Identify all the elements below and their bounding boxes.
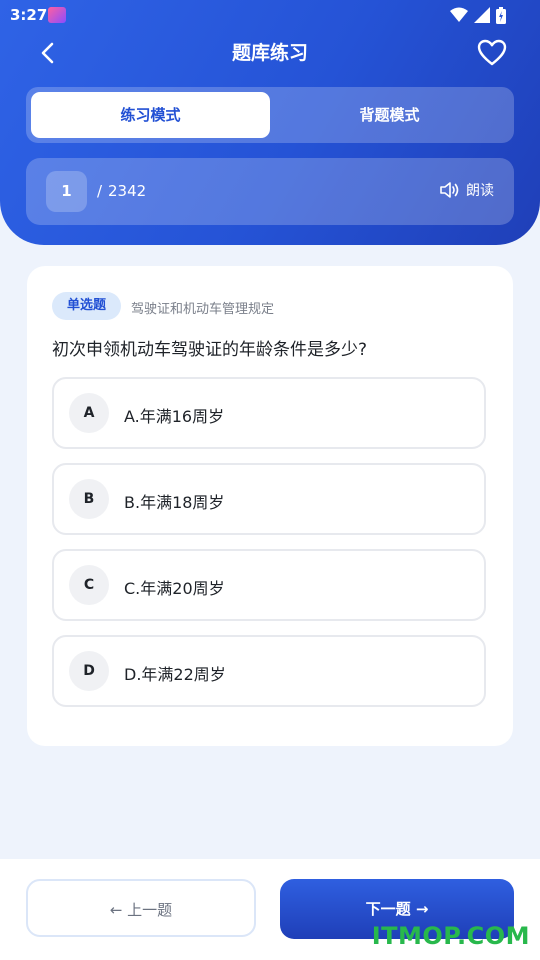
current-question-number[interactable]: 1 bbox=[46, 171, 87, 212]
read-aloud-label: 朗读 bbox=[466, 183, 494, 199]
question-type-badge: 单选题 bbox=[52, 292, 121, 320]
question-card: 单选题 驾驶证和机动车管理规定 初次申领机动车驾驶证的年龄条件是多少? A A.… bbox=[27, 266, 513, 746]
option-d[interactable]: D D.年满22周岁 bbox=[52, 635, 486, 707]
option-text: C.年满20周岁 bbox=[124, 579, 225, 598]
battery-icon bbox=[496, 6, 506, 24]
status-icons bbox=[450, 6, 506, 24]
notification-app-icon bbox=[48, 7, 66, 23]
option-b[interactable]: B B.年满18周岁 bbox=[52, 463, 486, 535]
progress-panel: 1 / 2342 朗读 bbox=[26, 158, 514, 225]
tab-practice-mode[interactable]: 练习模式 bbox=[31, 92, 270, 138]
option-text: D.年满22周岁 bbox=[124, 665, 226, 684]
option-text: B.年满18周岁 bbox=[124, 493, 225, 512]
option-letter: A bbox=[69, 393, 109, 433]
wifi-icon bbox=[450, 7, 468, 22]
read-aloud-button[interactable]: 朗读 bbox=[440, 180, 494, 200]
mode-tabs: 练习模式 背题模式 bbox=[26, 87, 514, 143]
question-text: 初次申领机动车驾驶证的年龄条件是多少? bbox=[52, 340, 368, 360]
tab-memorize-mode[interactable]: 背题模式 bbox=[270, 92, 509, 138]
option-letter: D bbox=[69, 651, 109, 691]
back-button[interactable] bbox=[30, 36, 64, 70]
speaker-icon bbox=[440, 182, 459, 198]
option-text: A.年满16周岁 bbox=[124, 407, 225, 426]
chevron-left-icon bbox=[41, 42, 54, 64]
favorite-button[interactable] bbox=[474, 34, 510, 70]
option-a[interactable]: A A.年满16周岁 bbox=[52, 377, 486, 449]
total-questions: 2342 bbox=[108, 182, 147, 200]
option-letter: B bbox=[69, 479, 109, 519]
progress-separator: / bbox=[97, 182, 103, 200]
heart-icon bbox=[477, 39, 507, 65]
question-category: 驾驶证和机动车管理规定 bbox=[131, 302, 275, 317]
status-bar: 3:27 bbox=[0, 0, 540, 32]
site-watermark: ITMOP.COM bbox=[371, 922, 530, 950]
status-time: 3:27 bbox=[10, 6, 48, 24]
previous-question-button[interactable]: ← 上一题 bbox=[26, 879, 256, 937]
page-title: 题库练习 bbox=[231, 42, 308, 64]
signal-icon bbox=[474, 7, 490, 23]
option-letter: C bbox=[69, 565, 109, 605]
header-banner: 3:27 题库练习 练习模式 背题模式 1 / 2342 朗读 bbox=[0, 0, 540, 245]
option-c[interactable]: C C.年满20周岁 bbox=[52, 549, 486, 621]
